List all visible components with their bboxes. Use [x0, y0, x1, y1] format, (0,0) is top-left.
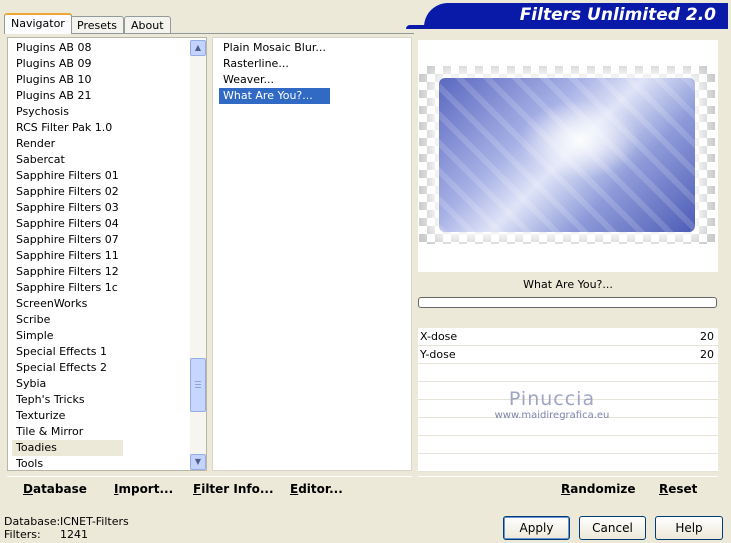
filter-item[interactable]: Weaver... [219, 72, 330, 88]
category-item[interactable]: Sapphire Filters 03 [12, 200, 123, 216]
scroll-up-button[interactable]: ▲ [190, 40, 206, 56]
database-value: ICNET-Filters [60, 515, 129, 528]
category-item[interactable]: Texturize [12, 408, 123, 424]
left-toolbar: Database Import... Filter Info... Editor… [7, 476, 412, 500]
filters-count: 1241 [60, 528, 88, 541]
category-item[interactable]: Plugins AB 21 [12, 88, 123, 104]
category-item[interactable]: Special Effects 2 [12, 360, 123, 376]
grip-line [195, 387, 201, 388]
category-item[interactable]: Tools [12, 456, 123, 472]
category-item[interactable]: Sybia [12, 376, 123, 392]
category-item[interactable]: Render [12, 136, 123, 152]
param-row-y-dose[interactable]: Y-dose 20 [418, 346, 718, 364]
accel-key: F [193, 482, 202, 496]
current-filter-name: What Are You?... [523, 278, 613, 291]
editor-button[interactable]: Editor... [290, 481, 343, 497]
param-row-empty [418, 364, 718, 382]
category-item[interactable]: Sapphire Filters 07 [12, 232, 123, 248]
help-button[interactable]: Help [655, 516, 723, 540]
accel-key: R [659, 482, 669, 496]
accel-key: E [290, 482, 299, 496]
status-info: Database:ICNET-Filters Filters: 1241 [4, 515, 129, 541]
grip-line [195, 381, 201, 382]
preview-pane [418, 40, 718, 272]
category-item[interactable]: Plugins AB 08 [12, 40, 123, 56]
scroll-down-button[interactable]: ▼ [190, 454, 206, 470]
button-label: ditor... [298, 482, 343, 496]
tab-navigator[interactable]: Navigator [4, 13, 72, 34]
category-items: Plugins AB 08 Plugins AB 09 Plugins AB 10 P… [12, 40, 123, 472]
category-item[interactable]: Sapphire Filters 04 [12, 216, 123, 232]
grip-line [195, 384, 201, 385]
category-item[interactable]: Sapphire Filters 02 [12, 184, 123, 200]
filter-item[interactable]: Rasterline... [219, 56, 330, 72]
reset-button[interactable]: Reset [659, 481, 697, 497]
category-scrollbar[interactable]: ▲ ▼ [190, 40, 206, 470]
button-label: eset [668, 482, 698, 496]
category-item[interactable]: Plugins AB 10 [12, 72, 123, 88]
randomize-button[interactable]: Randomize [561, 481, 635, 497]
filter-item[interactable]: Plain Mosaic Blur... [219, 40, 330, 56]
category-list[interactable]: Plugins AB 08 Plugins AB 09 Plugins AB 10 P… [7, 37, 207, 471]
filter-info-button[interactable]: Filter Info... [193, 481, 274, 497]
param-label: X-dose [420, 330, 458, 343]
category-item[interactable]: Special Effects 1 [12, 344, 123, 360]
category-item[interactable]: Sapphire Filters 11 [12, 248, 123, 264]
button-label: atabase [32, 482, 87, 496]
accel-key: D [23, 482, 33, 496]
tab-about[interactable]: About [124, 16, 171, 34]
category-item[interactable]: Toadies [12, 440, 123, 456]
param-row-empty [418, 454, 718, 472]
category-item[interactable]: Sapphire Filters 01 [12, 168, 123, 184]
param-row-empty [418, 436, 718, 454]
filter-list[interactable]: Plain Mosaic Blur... Rasterline... Weaver.… [212, 37, 412, 471]
category-item[interactable]: ScreenWorks [12, 296, 123, 312]
progress-bar [418, 297, 717, 308]
chevron-down-icon: ▼ [194, 457, 202, 466]
button-label: andomize [570, 482, 636, 496]
filter-item[interactable]: What Are You?... [219, 88, 330, 104]
preview-image [439, 78, 695, 232]
category-item[interactable]: Sapphire Filters 1c [12, 280, 123, 296]
chevron-up-icon: ▲ [194, 43, 202, 52]
category-item[interactable]: Plugins AB 09 [12, 56, 123, 72]
watermark: Pinuccia www.maidiregrafica.eu [482, 388, 622, 422]
param-value: 20 [700, 330, 714, 343]
filter-items: Plain Mosaic Blur... Rasterline... Weaver.… [219, 40, 330, 104]
category-item[interactable]: RCS Filter Pak 1.0 [12, 120, 123, 136]
button-label: ilter Info... [201, 482, 274, 496]
watermark-site: www.maidiregrafica.eu [494, 410, 610, 421]
category-item[interactable]: Simple [12, 328, 123, 344]
param-row-x-dose[interactable]: X-dose 20 [418, 328, 718, 346]
filters-label: Filters: [4, 528, 41, 541]
database-label: Database: [4, 515, 61, 528]
scroll-thumb[interactable] [190, 358, 206, 412]
category-item[interactable]: Sapphire Filters 12 [12, 264, 123, 280]
param-value: 20 [700, 348, 714, 361]
button-label: mport... [118, 482, 174, 496]
category-item[interactable]: Tile & Mirror [12, 424, 123, 440]
apply-button[interactable]: Apply [503, 516, 570, 540]
import-button[interactable]: Import... [114, 481, 173, 497]
param-label: Y-dose [420, 348, 456, 361]
app-title: Filters Unlimited 2.0 [519, 5, 716, 25]
category-item[interactable]: Teph's Tricks [12, 392, 123, 408]
category-item[interactable]: Psychosis [12, 104, 123, 120]
preview-transparency-grid [419, 66, 715, 244]
watermark-name: Pinuccia [508, 388, 596, 410]
database-button[interactable]: Database [23, 481, 87, 497]
tab-presets[interactable]: Presets [70, 16, 125, 34]
accel-key: R [561, 482, 571, 496]
category-item[interactable]: Sabercat [12, 152, 123, 168]
right-toolbar: Randomize Reset [418, 476, 718, 500]
category-item[interactable]: Scribe [12, 312, 123, 328]
cancel-button[interactable]: Cancel [579, 516, 646, 540]
